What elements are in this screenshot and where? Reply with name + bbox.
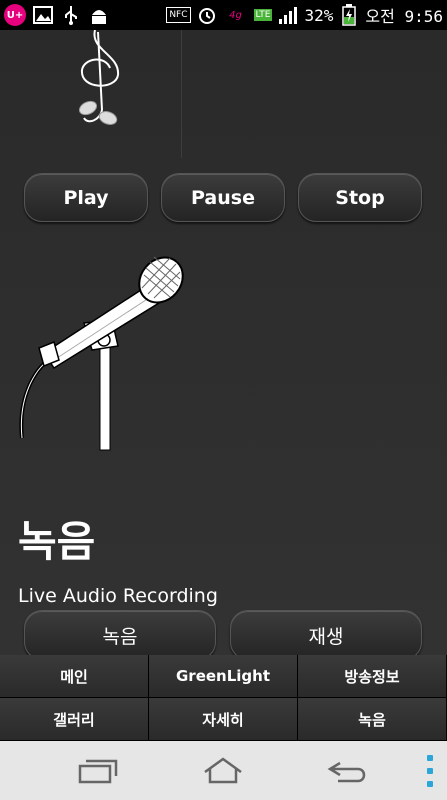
carrier-badge: U+ <box>4 4 26 26</box>
music-note-logo-icon <box>78 30 120 125</box>
stop-button[interactable]: Stop <box>298 173 422 222</box>
home-icon <box>204 757 242 784</box>
pause-button[interactable]: Pause <box>161 173 285 222</box>
play-button[interactable]: Play <box>24 173 148 222</box>
battery-percent: 32% <box>304 5 334 25</box>
lte-brand-icon: 4g <box>229 9 242 21</box>
back-button[interactable] <box>318 751 378 791</box>
back-icon <box>327 761 366 783</box>
playback-button[interactable]: 재생 <box>230 610 422 660</box>
android-debug-icon <box>88 5 110 25</box>
lte-icon: LTE <box>253 9 273 21</box>
menu-item-details[interactable]: 자세히 <box>149 698 298 741</box>
nfc-icon: NFC <box>166 7 191 23</box>
recent-apps-button[interactable] <box>68 751 128 791</box>
microphone-illustration-icon <box>19 256 184 451</box>
battery-charging-icon <box>338 4 360 26</box>
record-button[interactable]: 녹음 <box>24 610 216 660</box>
clock: 오전 9:56 <box>365 7 443 26</box>
recent-apps-icon <box>78 759 118 784</box>
menu-item-gallery[interactable]: 갤러리 <box>0 698 149 741</box>
navigation-bar <box>0 741 447 800</box>
menu-grid: 메인 GreenLight 방송정보 갤러리 자세히 녹음 <box>0 655 447 741</box>
image-notification-icon <box>32 5 54 25</box>
divider-line <box>181 30 182 158</box>
menu-item-broadcast-info[interactable]: 방송정보 <box>298 655 447 698</box>
home-button[interactable] <box>193 751 253 791</box>
alarm-icon <box>196 5 218 25</box>
page-title: 녹음 <box>18 517 96 566</box>
menu-item-main[interactable]: 메인 <box>0 655 149 698</box>
overflow-menu-icon[interactable] <box>427 755 433 787</box>
usb-icon <box>60 5 82 25</box>
menu-item-greenlight[interactable]: GreenLight <box>149 655 298 698</box>
status-bar: U+ NFC 4g LTE 32% 오전 9:56 <box>0 0 447 30</box>
page-subtitle: Live Audio Recording <box>18 585 218 607</box>
signal-icon <box>277 5 299 25</box>
menu-item-recording[interactable]: 녹음 <box>298 698 447 741</box>
main-content: Play Pause Stop 녹음 Live Audio Recording … <box>0 30 447 660</box>
